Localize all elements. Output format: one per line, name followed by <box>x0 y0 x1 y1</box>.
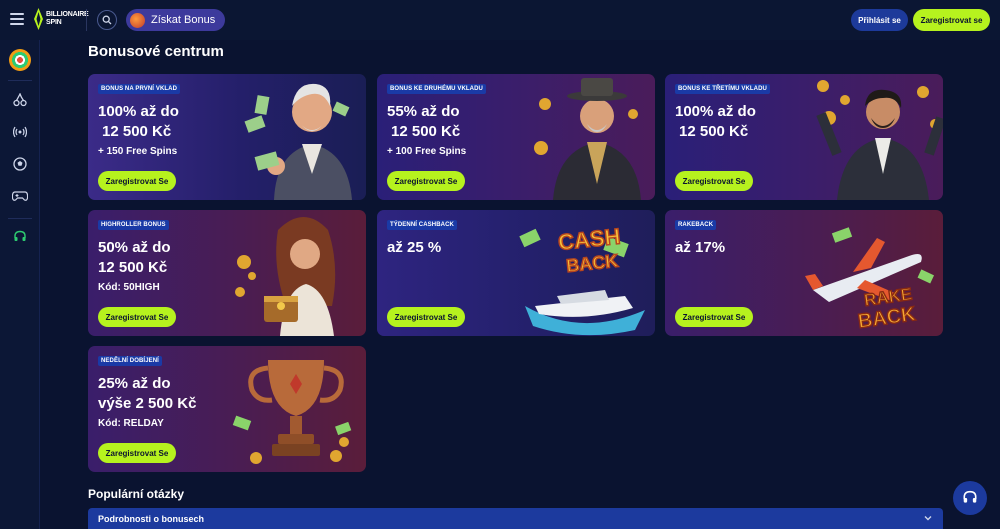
get-bonus-button[interactable]: Získat Bonus <box>126 9 225 31</box>
sidebar-item-support[interactable] <box>11 228 29 246</box>
soccer-ball-icon <box>13 157 27 171</box>
register-button[interactable]: Zaregistrovat se <box>913 9 990 31</box>
card-sub: + 100 Free Spins <box>387 146 467 157</box>
sidebar-item-casino[interactable] <box>11 91 29 109</box>
login-button[interactable]: Přihlásit se <box>851 9 908 31</box>
bonus-card-sunday-reload: NEDĚLNÍ DOBÍJENÍ 25% až do výše 2 500 Kč… <box>88 346 366 472</box>
page-title: Bonusové centrum <box>88 43 224 60</box>
cash-back-yacht-image: CASH BACK <box>519 223 645 336</box>
card-tag: RAKEBACK <box>675 220 717 230</box>
faq-title: Populární otázky <box>88 487 185 501</box>
logo-line1: BILLIONAIRE <box>46 11 89 18</box>
logo[interactable]: BILLIONAIRE SPIN <box>34 8 89 30</box>
card-tag: NEDĚLNÍ DOBÍJENÍ <box>98 356 162 366</box>
get-bonus-label: Získat Bonus <box>151 14 216 26</box>
gift-icon <box>130 12 145 28</box>
card-register-button[interactable]: Zaregistrovat Se <box>98 171 176 191</box>
top-bar: BILLIONAIRE SPIN Získat Bonus Přihlásit … <box>0 0 1000 40</box>
cherries-icon <box>13 93 27 107</box>
card-register-button[interactable]: Zaregistrovat Se <box>387 171 465 191</box>
target-icon[interactable] <box>9 49 31 71</box>
faq-item[interactable]: Podrobnosti o bonusech <box>88 508 943 529</box>
logo-mark-icon <box>34 8 43 30</box>
card-register-button[interactable]: Zaregistrovat Se <box>98 307 176 327</box>
header-divider <box>86 9 87 31</box>
headset-icon <box>963 490 977 503</box>
bonus-card-highroller: HIGHROLLER BONUS 50% až do 12 500 Kč Kód… <box>88 210 366 336</box>
live-broadcast-icon <box>13 126 27 138</box>
trophy-with-coins-image <box>232 360 352 464</box>
gamepad-icon <box>12 191 28 201</box>
gentleman-with-hat-image <box>534 78 641 200</box>
card-promo-code: Kód: 50HIGH <box>98 282 160 293</box>
card-tag: BONUS NA PRVNÍ VKLAD <box>98 84 181 94</box>
bonus-card-rakeback: RAKEBACK až 17% Zaregistrovat Se RAKE BA… <box>665 210 943 336</box>
card-tag: TÝDENNÍ CASHBACK <box>387 220 457 230</box>
card-register-button[interactable]: Zaregistrovat Se <box>98 443 176 463</box>
bonus-card-weekly-cashback: TÝDENNÍ CASHBACK až 25 % Zaregistrovat S… <box>377 210 655 336</box>
sidebar-item-live[interactable] <box>11 123 29 141</box>
bonus-card-third-deposit: BONUS KE TŘETÍMU VKLADU 100% až do 12 50… <box>665 74 943 200</box>
art-text-back: BACK <box>565 251 619 276</box>
logo-line2: SPIN <box>46 19 62 26</box>
bonus-card-first-deposit: BONUS NA PRVNÍ VKLAD 100% až do 12 500 K… <box>88 74 366 200</box>
faq-question: Podrobnosti o bonusech <box>98 513 204 524</box>
card-sub: + 150 Free Spins <box>98 146 178 157</box>
businessman-with-cash-image <box>244 83 352 200</box>
sidebar <box>0 40 40 529</box>
bonus-card-second-deposit: BONUS KE DRUHÉMU VKLADU 55% až do 12 500… <box>377 74 655 200</box>
card-tag: BONUS KE DRUHÉMU VKLADU <box>387 84 486 94</box>
search-button[interactable] <box>97 10 117 30</box>
main-content: Bonusové centrum BONUS NA PRVNÍ VKLAD 10… <box>40 40 1000 529</box>
card-register-button[interactable]: Zaregistrovat Se <box>387 307 465 327</box>
chevron-down-icon <box>924 516 932 521</box>
sidebar-divider <box>8 218 32 219</box>
rake-back-plane-image: RAKE BACK <box>805 227 935 334</box>
support-chat-button[interactable] <box>953 481 987 515</box>
menu-icon[interactable] <box>10 13 24 25</box>
card-register-button[interactable]: Zaregistrovat Se <box>675 171 753 191</box>
card-register-button[interactable]: Zaregistrovat Se <box>675 307 753 327</box>
man-with-coins-image <box>816 80 943 200</box>
sidebar-item-sports[interactable] <box>11 155 29 173</box>
card-promo-code: Kód: RELDAY <box>98 418 164 429</box>
sidebar-item-esports[interactable] <box>11 187 29 205</box>
search-icon <box>102 15 112 25</box>
woman-with-treasure-image <box>235 217 336 336</box>
sidebar-divider <box>8 80 32 81</box>
card-tag: BONUS KE TŘETÍMU VKLADU <box>675 84 770 94</box>
headset-icon <box>14 230 26 241</box>
card-tag: HIGHROLLER BONUS <box>98 220 169 230</box>
logo-text: BILLIONAIRE SPIN <box>46 11 89 27</box>
